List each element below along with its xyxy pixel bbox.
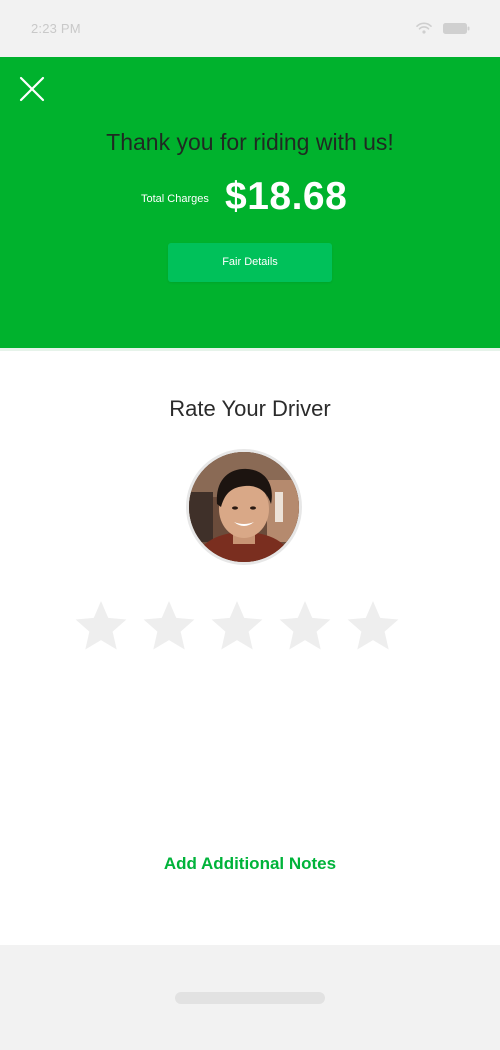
wifi-icon — [416, 22, 432, 34]
total-charges-label: Total Charges — [141, 193, 209, 205]
star-2-button[interactable] — [141, 599, 197, 655]
star-rating — [0, 599, 500, 655]
star-1-button[interactable] — [73, 599, 129, 655]
battery-icon — [443, 23, 470, 34]
bottom-area — [0, 945, 500, 1050]
fair-details-button[interactable]: Fair Details — [168, 243, 332, 282]
rating-panel: Rate Your Driver Add Additional Notes — [0, 348, 500, 945]
driver-avatar — [186, 449, 302, 565]
star-icon — [279, 601, 331, 650]
home-indicator[interactable] — [175, 992, 325, 1004]
status-time: 2:23 PM — [31, 21, 81, 36]
star-icon — [75, 601, 127, 650]
thank-you-title: Thank you for riding with us! — [106, 129, 394, 155]
star-5-button[interactable] — [345, 599, 401, 655]
total-charges-amount: $18.68 — [225, 175, 348, 218]
star-icon — [347, 601, 399, 650]
star-icon — [211, 601, 263, 650]
rate-driver-title: Rate Your Driver — [169, 396, 331, 421]
driver-photo — [189, 452, 299, 562]
close-icon — [19, 76, 45, 102]
status-bar: 2:23 PM — [0, 0, 500, 57]
star-icon — [143, 601, 195, 650]
star-4-button[interactable] — [277, 599, 333, 655]
add-notes-link[interactable]: Add Additional Notes — [0, 854, 500, 874]
star-3-button[interactable] — [209, 599, 265, 655]
close-button[interactable] — [18, 75, 46, 103]
receipt-header: Thank you for riding with us! Total Char… — [0, 57, 500, 348]
